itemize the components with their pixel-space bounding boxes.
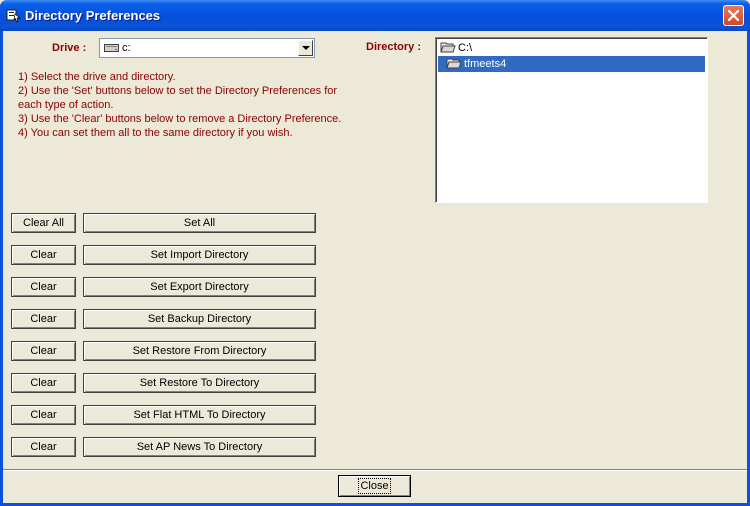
hard-drive-icon — [104, 43, 119, 56]
dialog-window: Directory Preferences Drive : c: 1) Sele… — [0, 0, 750, 506]
clear-flat-html-button[interactable]: Clear — [11, 405, 76, 425]
directory-item-root[interactable]: C:\ — [438, 40, 705, 56]
app-icon — [6, 8, 21, 22]
folder-open-icon — [446, 57, 462, 73]
clear-restore-from-button[interactable]: Clear — [11, 341, 76, 361]
set-all-button[interactable]: Set All — [83, 213, 316, 233]
title-bar[interactable]: Directory Preferences — [0, 0, 750, 31]
set-import-directory-button[interactable]: Set Import Directory — [83, 245, 316, 265]
directory-list[interactable]: C:\ tfmeets4 — [435, 37, 708, 203]
instruction-line: 3) Use the 'Clear' buttons below to remo… — [18, 113, 342, 125]
set-export-directory-button[interactable]: Set Export Directory — [83, 277, 316, 297]
instructions: 1) Select the drive and directory. 2) Us… — [18, 70, 358, 140]
drive-dropdown-button[interactable] — [298, 40, 313, 56]
instruction-line: 2) Use the 'Set' buttons below to set th… — [18, 85, 338, 97]
instruction-line: each type of action. — [18, 99, 114, 111]
directory-label: Directory : — [366, 41, 422, 53]
set-ap-news-directory-button[interactable]: Set AP News To Directory — [83, 437, 316, 457]
directory-item-label: tfmeets4 — [464, 58, 507, 70]
drive-select[interactable]: c: — [99, 38, 315, 58]
instruction-line: 1) Select the drive and directory. — [18, 71, 176, 83]
dialog-content: Drive : c: 1) Select the drive and direc… — [3, 31, 747, 503]
clear-restore-to-button[interactable]: Clear — [11, 373, 76, 393]
folder-open-icon — [440, 41, 456, 57]
instruction-line: 4) You can set them all to the same dire… — [18, 127, 293, 139]
set-backup-directory-button[interactable]: Set Backup Directory — [83, 309, 316, 329]
directory-item-label: C:\ — [458, 42, 473, 54]
close-button[interactable]: Close — [338, 475, 411, 497]
close-button-label: Close — [358, 478, 391, 494]
clear-import-button[interactable]: Clear — [11, 245, 76, 265]
drive-value: c: — [122, 42, 131, 54]
clear-export-button[interactable]: Clear — [11, 277, 76, 297]
drive-label: Drive : — [52, 42, 87, 54]
set-restore-to-directory-button[interactable]: Set Restore To Directory — [83, 373, 316, 393]
set-restore-from-directory-button[interactable]: Set Restore From Directory — [83, 341, 316, 361]
clear-ap-news-button[interactable]: Clear — [11, 437, 76, 457]
directory-item-tfmeets4[interactable]: tfmeets4 — [438, 56, 705, 72]
clear-all-button[interactable]: Clear All — [11, 213, 76, 233]
window-title: Directory Preferences — [25, 8, 161, 23]
set-flat-html-directory-button[interactable]: Set Flat HTML To Directory — [83, 405, 316, 425]
clear-backup-button[interactable]: Clear — [11, 309, 76, 329]
window-close-button[interactable] — [723, 5, 744, 26]
